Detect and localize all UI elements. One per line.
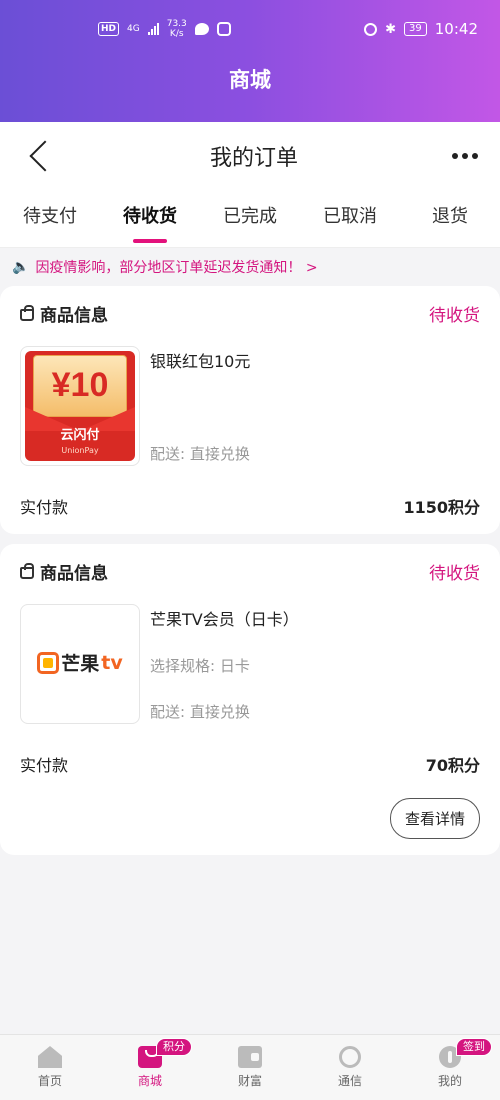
speed-unit: K/s bbox=[169, 29, 184, 39]
hero-title: 商城 bbox=[229, 68, 271, 92]
bag-icon bbox=[20, 562, 34, 579]
mango-tv-logo: 芒果 tv bbox=[21, 649, 139, 676]
notice-banner[interactable]: 🔈 因疫情影响，部分地区订单延迟发货通知！ > bbox=[0, 248, 500, 286]
nav-bar: 我的订单 bbox=[0, 122, 500, 190]
bluetooth-icon: ✱ bbox=[385, 21, 397, 37]
unionpay-sub: UnionPay bbox=[61, 446, 99, 455]
tab-returns[interactable]: 退货 bbox=[400, 190, 500, 247]
speed-value: 73.3 bbox=[166, 19, 187, 29]
order-status: 待收货 bbox=[429, 305, 480, 326]
wealth-icon bbox=[238, 1046, 262, 1068]
order-card: 商品信息 待收货 ¥10 云闪付 UnionPay 银联红包10元 配送: 直接… bbox=[0, 286, 500, 534]
status-left: HD 4G 73.3 K/s bbox=[98, 19, 231, 39]
points-badge: 积分 bbox=[156, 1038, 192, 1056]
bottom-nav-mall[interactable]: 商城 积分 bbox=[100, 1035, 200, 1100]
coupon-card: ¥10 bbox=[33, 355, 127, 417]
detail-row: 查看详情 bbox=[20, 798, 480, 839]
tab-pending-receipt[interactable]: 待收货 bbox=[100, 190, 200, 247]
order-header-title: 商品信息 bbox=[40, 305, 108, 326]
unionpay-brand: 云闪付 bbox=[60, 428, 100, 443]
paid-label: 实付款 bbox=[20, 498, 69, 517]
paid-value: 1150积分 bbox=[403, 498, 480, 517]
product-shipping: 配送: 直接兑换 bbox=[150, 703, 250, 721]
coupon-amount: ¥10 bbox=[51, 366, 109, 404]
mango-logo-tv: tv bbox=[101, 651, 123, 674]
bottom-nav-mine[interactable]: 我的 签到 bbox=[400, 1035, 500, 1100]
bottom-nav-communication[interactable]: 通信 bbox=[300, 1035, 400, 1100]
home-icon bbox=[38, 1046, 62, 1068]
bottom-nav-wealth[interactable]: 财富 bbox=[200, 1035, 300, 1100]
bottom-nav-label: 财富 bbox=[237, 1074, 262, 1088]
alarm-icon bbox=[364, 22, 378, 36]
signal-icon bbox=[147, 23, 159, 35]
status-right: ✱ 39 10:42 bbox=[364, 20, 478, 38]
product-info: 芒果TV会员（日卡） 选择规格: 日卡 配送: 直接兑换 bbox=[150, 604, 299, 724]
product-name: 芒果TV会员（日卡） bbox=[150, 610, 299, 629]
view-details-button[interactable]: 查看详情 bbox=[389, 798, 480, 839]
product-item[interactable]: 芒果 tv 芒果TV会员（日卡） 选择规格: 日卡 配送: 直接兑换 bbox=[20, 604, 480, 724]
order-header: 商品信息 待收货 bbox=[20, 300, 480, 326]
order-card: 商品信息 待收货 芒果 tv 芒果TV会员（日卡） 选择规格: 日卡 配送: 直… bbox=[0, 544, 500, 855]
network-speed: 73.3 K/s bbox=[167, 19, 187, 39]
order-header-title: 商品信息 bbox=[40, 563, 108, 584]
order-header: 商品信息 待收货 bbox=[20, 558, 480, 584]
bottom-nav-home[interactable]: 首页 bbox=[0, 1035, 100, 1100]
tab-pending-payment[interactable]: 待支付 bbox=[0, 190, 100, 247]
message-icon bbox=[194, 23, 209, 35]
bottom-nav-label: 通信 bbox=[337, 1074, 362, 1088]
product-item[interactable]: ¥10 云闪付 UnionPay 银联红包10元 配送: 直接兑换 bbox=[20, 346, 480, 466]
bottom-nav-label: 首页 bbox=[37, 1074, 62, 1088]
app-header: HD 4G 73.3 K/s ✱ 39 10:42 商城 bbox=[0, 0, 500, 122]
tab-cancelled[interactable]: 已取消 bbox=[300, 190, 400, 247]
product-thumbnail: ¥10 云闪付 UnionPay bbox=[20, 346, 140, 466]
back-icon[interactable] bbox=[29, 140, 61, 172]
battery-icon: 39 bbox=[404, 22, 427, 36]
paid-row: 实付款 1150积分 bbox=[20, 494, 480, 518]
paid-row: 实付款 70积分 bbox=[20, 752, 480, 776]
more-icon[interactable] bbox=[451, 153, 478, 159]
network-type: 4G bbox=[127, 24, 140, 34]
status-bar: HD 4G 73.3 K/s ✱ 39 10:42 bbox=[0, 0, 500, 58]
order-tabs: 待支付 待收货 已完成 已取消 退货 bbox=[0, 190, 500, 248]
notice-text: 因疫情影响，部分地区订单延迟发货通知！ > bbox=[35, 260, 318, 276]
paid-value: 70积分 bbox=[425, 756, 480, 775]
tab-completed[interactable]: 已完成 bbox=[200, 190, 300, 247]
product-thumbnail: 芒果 tv bbox=[20, 604, 140, 724]
bottom-nav: 首页 商城 积分 财富 通信 我的 签到 bbox=[0, 1034, 500, 1100]
order-header-left: 商品信息 bbox=[20, 301, 108, 326]
hd-badge: HD bbox=[98, 22, 120, 36]
bag-icon bbox=[20, 304, 34, 321]
clock: 10:42 bbox=[434, 20, 478, 38]
speaker-icon: 🔈 bbox=[12, 259, 30, 275]
communication-icon bbox=[339, 1046, 361, 1068]
product-info: 银联红包10元 配送: 直接兑换 bbox=[150, 346, 250, 466]
product-shipping: 配送: 直接兑换 bbox=[150, 445, 250, 463]
order-status: 待收货 bbox=[429, 563, 480, 584]
product-name: 银联红包10元 bbox=[150, 352, 251, 371]
mango-logo-text: 芒果 bbox=[61, 653, 100, 675]
order-header-left: 商品信息 bbox=[20, 559, 108, 584]
mango-logo-icon bbox=[37, 651, 60, 674]
product-spec: 选择规格: 日卡 bbox=[150, 657, 250, 675]
paid-label: 实付款 bbox=[20, 756, 69, 775]
page-title: 我的订单 bbox=[209, 146, 298, 171]
checkin-badge: 签到 bbox=[456, 1038, 492, 1056]
bottom-nav-label: 我的 bbox=[437, 1074, 462, 1088]
app-notification-icon bbox=[216, 22, 231, 36]
bottom-nav-label: 商城 bbox=[137, 1074, 162, 1088]
